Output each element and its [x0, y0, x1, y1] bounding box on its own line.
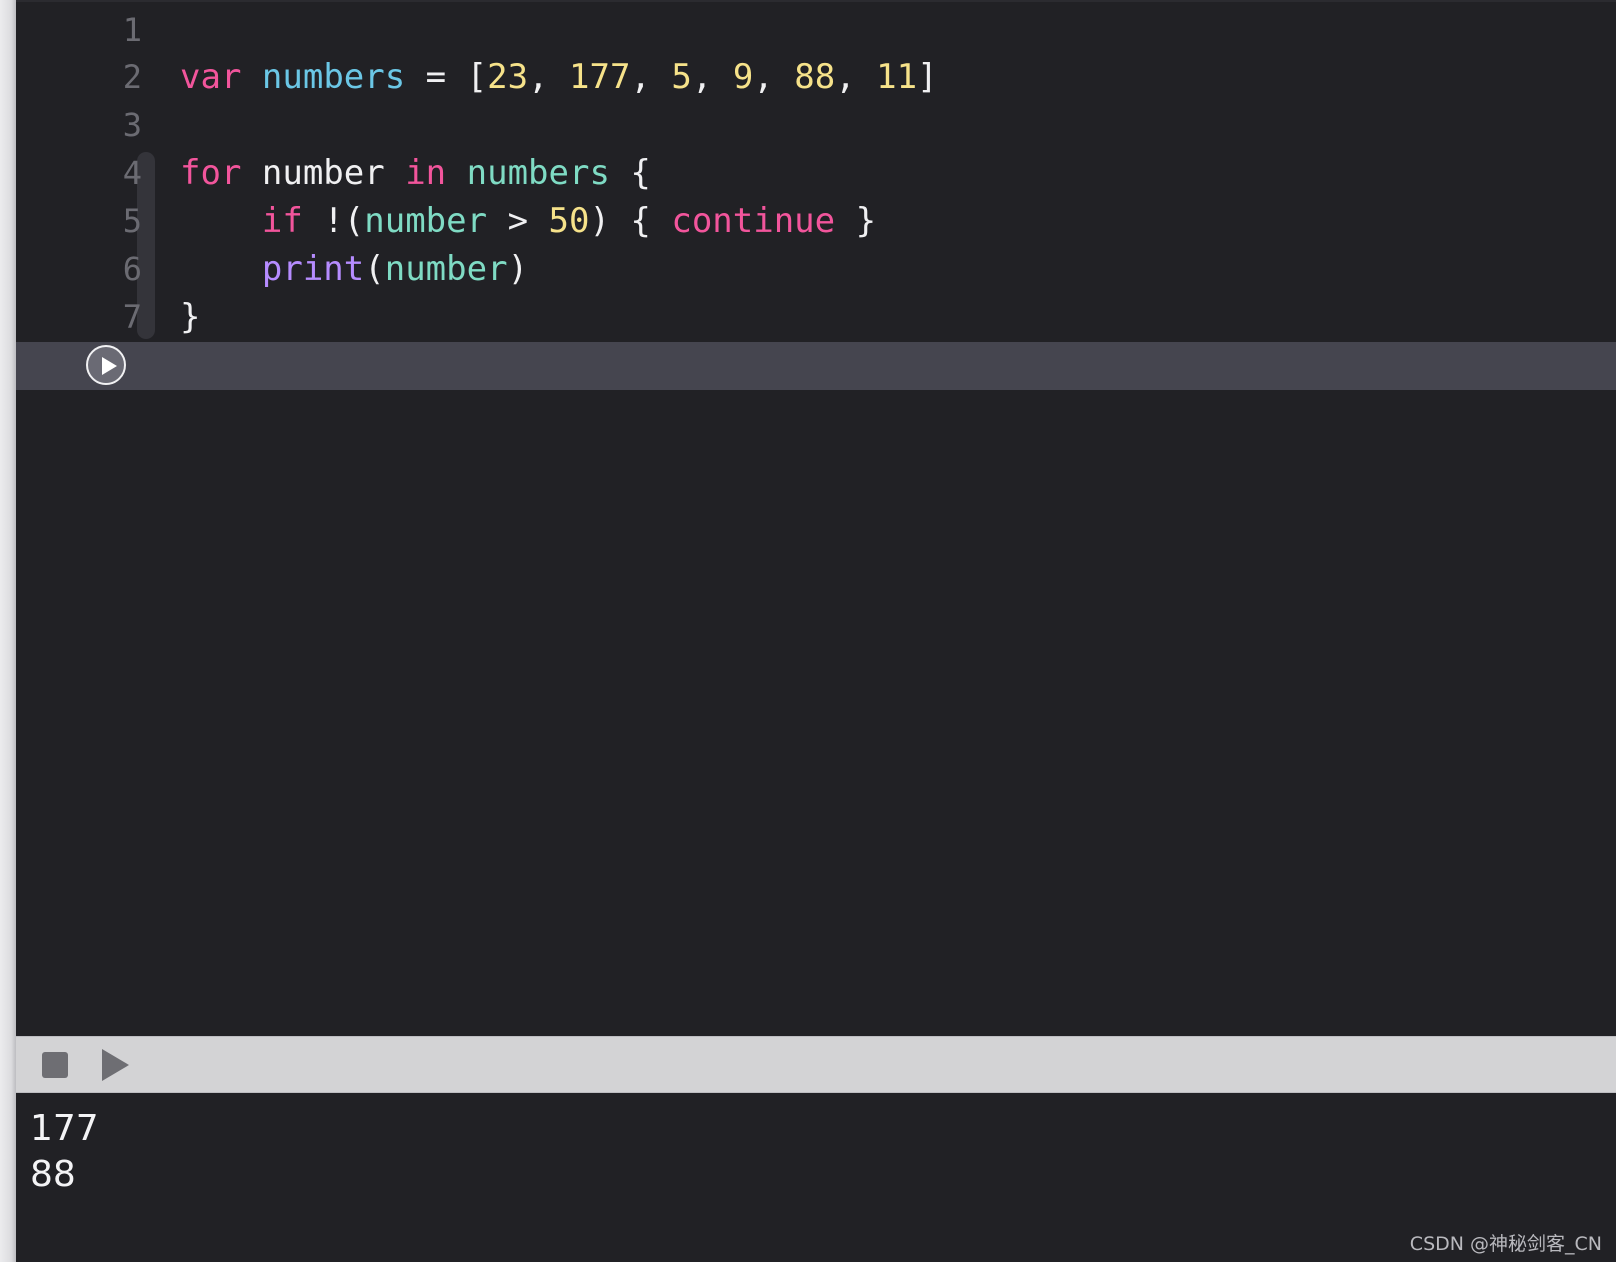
code-token-plain: ,: [630, 57, 672, 97]
console-line: 177: [30, 1108, 99, 1149]
code-token-number: 50: [548, 201, 590, 241]
code-line[interactable]: 2 var numbers = [23, 177, 5, 9, 88, 11]: [16, 53, 1616, 101]
code-token-plain: !(: [302, 201, 365, 241]
console-line: 88: [30, 1154, 76, 1195]
line-number: 6: [122, 250, 142, 288]
code-token-variable: number: [364, 201, 488, 241]
code-editor[interactable]: 1 2 var numbers = [23, 177, 5, 9, 88, 11] 3…: [16, 0, 1616, 1036]
code-token-variable: numbers: [466, 153, 610, 193]
code-token-plain: }: [180, 297, 201, 337]
debug-toolbar: [16, 1036, 1616, 1093]
code-line[interactable]: 6 print(number): [16, 245, 1616, 293]
code-token-plain: (: [364, 249, 385, 289]
code-token-variable: number: [384, 249, 508, 289]
line-number: 3: [122, 106, 142, 144]
console-output[interactable]: 177 88 CSDN @神秘剑客_CN: [16, 1093, 1616, 1262]
code-token-keyword: in: [405, 153, 447, 193]
code-text: print(number): [180, 245, 528, 293]
code-token-number: 177: [569, 57, 631, 97]
code-token-plain: }: [835, 201, 877, 241]
play-circle-icon[interactable]: [86, 345, 126, 385]
line-number: 4: [122, 154, 142, 192]
code-text: var numbers = [23, 177, 5, 9, 88, 11]: [180, 53, 938, 101]
code-token-plain: ): [507, 249, 529, 289]
code-text: for number in numbers {: [180, 149, 651, 197]
code-token-keyword: var: [180, 57, 242, 97]
line-number: 1: [122, 11, 142, 49]
code-line[interactable]: 3: [16, 101, 1616, 149]
window-edge: [0, 0, 16, 1262]
code-token-number: 5: [671, 57, 692, 97]
code-token-plain: {: [609, 153, 651, 193]
code-line[interactable]: 5 if !(number > 50) { continue }: [16, 197, 1616, 245]
code-token-plain: ,: [528, 57, 569, 97]
stop-icon[interactable]: [42, 1052, 68, 1078]
watermark: CSDN @神秘剑客_CN: [1409, 1233, 1602, 1255]
code-token-plain: ]: [917, 57, 938, 97]
play-icon[interactable]: [102, 1049, 129, 1081]
code-token-plain: = [: [405, 57, 488, 97]
code-token-plain: number: [241, 153, 406, 193]
code-token-plain: ,: [691, 57, 733, 97]
code-token-number: 11: [876, 57, 918, 97]
code-token-keyword: continue: [671, 201, 836, 241]
code-token-plain: ,: [835, 57, 877, 97]
code-line[interactable]: 7}: [16, 293, 1616, 341]
code-text: if !(number > 50) { continue }: [180, 197, 876, 245]
code-token-identifier: numbers: [261, 57, 406, 97]
current-line-highlight: [16, 342, 1616, 390]
code-token-keyword: if: [261, 201, 303, 241]
code-token-plain: ,: [753, 57, 795, 97]
code-text: }: [180, 293, 200, 341]
playground-window: 1 2 var numbers = [23, 177, 5, 9, 88, 11] 3…: [0, 0, 1616, 1262]
code-line[interactable]: 1: [16, 6, 1616, 54]
code-token-number: 88: [794, 57, 836, 97]
code-token-plain: >: [487, 201, 549, 241]
code-token-keyword: for: [180, 153, 242, 193]
line-number: 7: [122, 298, 142, 336]
code-line[interactable]: 4 for number in numbers {: [16, 149, 1616, 197]
code-token-function: print: [261, 249, 365, 289]
code-token-number: 9: [732, 57, 754, 97]
line-number: 5: [122, 202, 142, 240]
line-number: 2: [122, 58, 142, 96]
code-token-plain: ) {: [589, 201, 672, 241]
code-token-number: 23: [487, 57, 529, 97]
